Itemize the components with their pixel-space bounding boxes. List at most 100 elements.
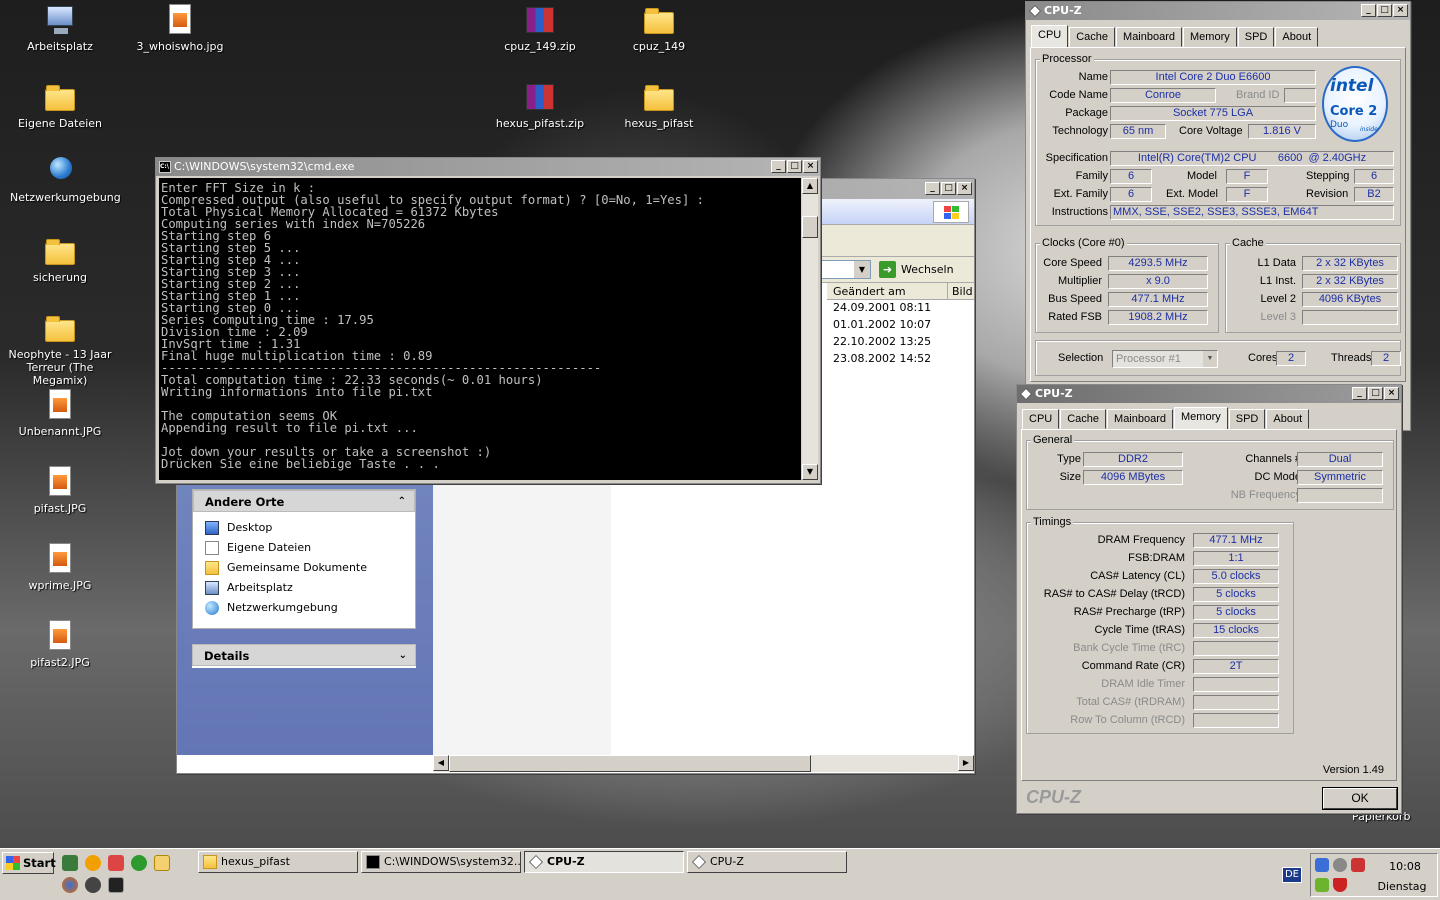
tab-mainboard[interactable]: Mainboard <box>1116 27 1183 47</box>
details-header[interactable]: Details ⌄ <box>192 644 416 666</box>
volume-icon[interactable] <box>1351 858 1365 872</box>
clock-day[interactable]: Dienstag <box>1369 880 1435 893</box>
quicklaunch-app-icon-3[interactable] <box>108 855 124 871</box>
shield-icon[interactable] <box>1333 878 1347 892</box>
maximize-button[interactable]: □ <box>1368 387 1383 400</box>
close-button[interactable]: × <box>1393 4 1408 17</box>
tab-memory[interactable]: Memory <box>1183 27 1237 47</box>
task-button-explorer[interactable]: hexus_pifast <box>198 851 358 873</box>
tab-about[interactable]: About <box>1266 409 1310 429</box>
ok-button[interactable]: OK <box>1322 787 1398 810</box>
desktop-icon-pifast2[interactable]: pifast2.JPG <box>10 620 110 669</box>
maximize-button[interactable]: □ <box>1377 4 1392 17</box>
column-header-picture[interactable]: Bild <box>949 283 974 300</box>
info-icon[interactable] <box>85 855 101 871</box>
scroll-right-button[interactable]: ▶ <box>958 755 974 771</box>
tab-cpu[interactable]: CPU <box>1022 409 1060 429</box>
task-button-cmd[interactable]: C:\WINDOWS\system32... <box>361 851 521 873</box>
clover-icon[interactable] <box>131 855 147 871</box>
file-row-date[interactable]: 22.10.2002 13:25 <box>833 335 931 348</box>
file-row-date[interactable]: 01.01.2002 10:07 <box>833 318 931 331</box>
l1-inst-label: L1 Inst. <box>1259 275 1296 287</box>
desktop-icon-eigene-dateien[interactable]: Eigene Dateien <box>10 81 110 130</box>
network-icon <box>205 601 219 615</box>
file-row-date[interactable]: 24.09.2001 08:11 <box>833 301 931 314</box>
quicklaunch-app-icon-1[interactable] <box>62 855 78 871</box>
scroll-thumb[interactable] <box>802 216 818 238</box>
maximize-button[interactable]: □ <box>941 182 956 195</box>
minimize-button[interactable]: _ <box>771 160 786 173</box>
tab-about[interactable]: About <box>1275 27 1319 47</box>
desktop-icon-neophyte[interactable]: Neophyte - 13 Jaar Terreur (The Megamix) <box>2 312 118 387</box>
terminal-icon[interactable] <box>108 877 124 893</box>
go-button[interactable]: ➜ Wechseln zu <box>877 259 969 297</box>
cpuz-title-bar[interactable]: CPU-Z _ □ × <box>1017 385 1401 403</box>
close-button[interactable]: × <box>803 160 818 173</box>
start-button[interactable]: Start <box>2 852 56 874</box>
scroll-up-button[interactable]: ▲ <box>802 178 818 194</box>
maximize-button[interactable]: □ <box>787 160 802 173</box>
desktop-icon-3-whoiswho[interactable]: 3_whoiswho.jpg <box>130 4 230 53</box>
scroll-thumb[interactable] <box>449 755 811 772</box>
close-button[interactable]: × <box>1384 387 1399 400</box>
clock-app-icon[interactable] <box>154 855 170 871</box>
desktop-icon-wprime[interactable]: wprime.JPG <box>10 543 110 592</box>
tab-mainboard[interactable]: Mainboard <box>1107 409 1174 429</box>
file-row-date[interactable]: 23.08.2002 14:52 <box>833 352 931 365</box>
place-link-desktop[interactable]: Desktop <box>193 518 415 538</box>
desktop-icon-hexus-folder[interactable]: hexus_pifast <box>609 81 709 130</box>
minimize-button[interactable]: _ <box>1352 387 1367 400</box>
tab-cpu[interactable]: CPU <box>1031 25 1069 47</box>
tray-app-icon[interactable] <box>1333 858 1347 872</box>
tab-memory[interactable]: Memory <box>1174 407 1228 429</box>
language-indicator[interactable]: DE <box>1282 867 1302 883</box>
place-link-documents[interactable]: Eigene Dateien <box>193 538 415 558</box>
dropdown-arrow-icon[interactable]: ▼ <box>1203 351 1217 367</box>
desktop-icon-netzwerk[interactable]: Netzwerkumgebung <box>10 155 121 204</box>
desktop-icon-hexus-zip[interactable]: hexus_pifast.zip <box>490 81 590 130</box>
horizontal-scrollbar[interactable]: ◀ ▶ <box>433 755 974 772</box>
image-file-icon <box>44 543 76 575</box>
minimize-button[interactable]: _ <box>1361 4 1376 17</box>
task-button-cpuz[interactable]: CPU-Z <box>687 851 847 873</box>
cpuz-memory-window[interactable]: CPU-Z _ □ × CPU Cache Mainboard Memory S… <box>1016 384 1402 814</box>
steam-icon[interactable] <box>85 877 101 893</box>
console-output[interactable]: Enter FFT Size in k : Compressed output … <box>159 178 801 480</box>
scroll-left-button[interactable]: ◀ <box>433 755 449 771</box>
task-button-cpuz-active[interactable]: CPU-Z <box>524 851 684 873</box>
nvidia-icon[interactable] <box>1315 878 1329 892</box>
clock-time[interactable]: 10:08 <box>1375 860 1435 873</box>
cpuz-title-bar[interactable]: CPU-Z _ □ × <box>1026 2 1410 20</box>
desktop-icon-pifast[interactable]: pifast.JPG <box>10 466 110 515</box>
place-link-shared-documents[interactable]: Gemeinsame Dokumente <box>193 558 415 578</box>
technology-label: Technology <box>1052 125 1108 137</box>
column-header-modified[interactable]: Geändert am <box>827 283 948 300</box>
expand-chevron-icon[interactable]: ⌄ <box>399 645 407 667</box>
other-places-header[interactable]: Andere Orte ⌃ <box>193 490 415 512</box>
clocks-group: Clocks (Core #0) Core Speed 4293.5 MHz M… <box>1035 237 1219 333</box>
desktop-icon-cpuz-folder[interactable]: cpuz_149 <box>609 4 709 53</box>
desktop-icon-unbenannt[interactable]: Unbenannt.JPG <box>10 389 110 438</box>
cpuz-cpu-window[interactable]: CPU-Z _ □ × CPU Cache Mainboard Memory S… <box>1025 1 1411 431</box>
close-button[interactable]: × <box>957 182 972 195</box>
firefox-icon[interactable] <box>62 877 78 893</box>
vertical-scrollbar[interactable]: ▲ ▼ <box>802 178 818 480</box>
desktop-icon-arbeitsplatz[interactable]: Arbeitsplatz <box>10 4 110 53</box>
scroll-down-button[interactable]: ▼ <box>802 464 818 480</box>
collapse-chevron-icon[interactable]: ⌃ <box>398 491 406 513</box>
network-tray-icon[interactable] <box>1315 858 1329 872</box>
cmd-title-bar[interactable]: C:\ C:\WINDOWS\system32\cmd.exe _ □ × <box>156 158 820 176</box>
cmd-window[interactable]: C:\ C:\WINDOWS\system32\cmd.exe _ □ × En… <box>155 157 821 484</box>
dropdown-arrow-icon[interactable]: ▼ <box>854 261 870 278</box>
desktop-icon-cpuz-zip[interactable]: cpuz_149.zip <box>490 4 590 53</box>
place-link-computer[interactable]: Arbeitsplatz <box>193 578 415 598</box>
minimize-button[interactable]: _ <box>925 182 940 195</box>
tab-spd[interactable]: SPD <box>1228 409 1266 429</box>
tab-spd[interactable]: SPD <box>1237 27 1275 47</box>
processor-select[interactable]: Processor #1 ▼ <box>1112 350 1218 368</box>
place-link-network[interactable]: Netzwerkumgebung <box>193 598 415 618</box>
desktop-icon-sicherung[interactable]: sicherung <box>10 235 110 284</box>
tab-cache[interactable]: Cache <box>1069 27 1116 47</box>
documents-folder-icon <box>44 81 76 113</box>
tab-cache[interactable]: Cache <box>1060 409 1107 429</box>
